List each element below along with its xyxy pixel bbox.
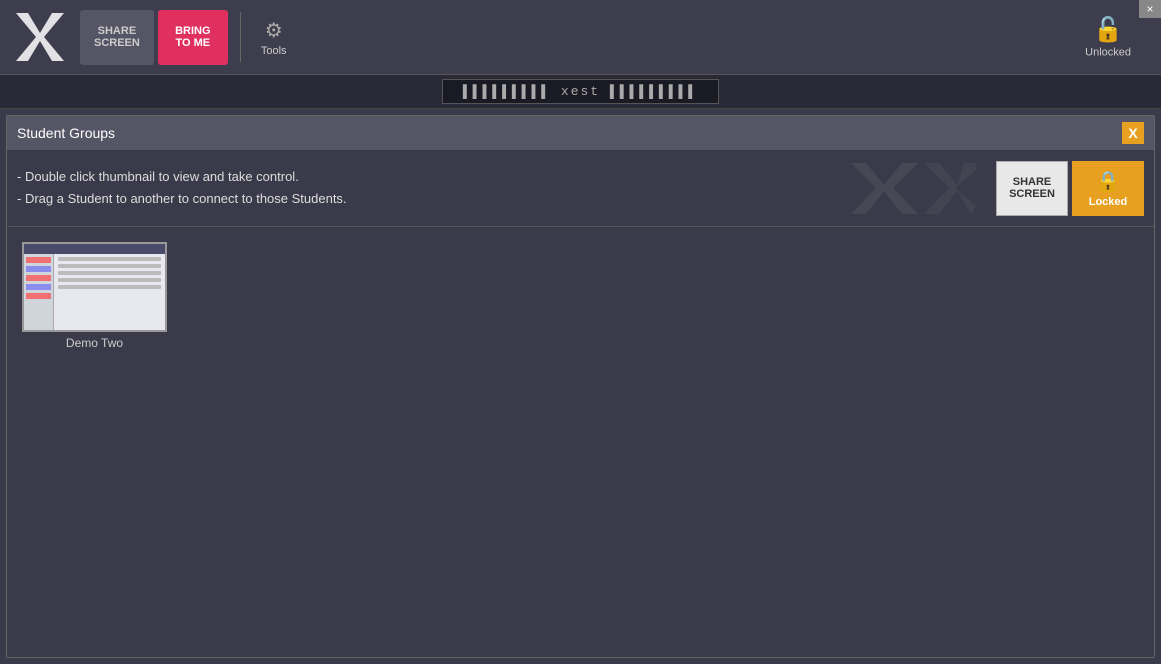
sim-sidebar-item	[26, 266, 51, 272]
share-screen-line1: SHARE	[98, 25, 137, 37]
instructions-row: - Double click thumbnail to view and tak…	[7, 150, 1154, 227]
sim-sidebar-item	[26, 284, 51, 290]
sim-taskbar	[24, 244, 165, 254]
sim-content	[54, 254, 165, 330]
sim-row	[58, 271, 161, 275]
sim-sidebar-item	[26, 293, 51, 299]
sim-row	[58, 264, 161, 268]
xest-bar: ▌▌▌▌▌▌▌▌▌ xest ▌▌▌▌▌▌▌▌▌	[0, 75, 1161, 109]
unlock-icon: 🔓	[1093, 16, 1123, 45]
xest-label: ▌▌▌▌▌▌▌▌▌ xest ▌▌▌▌▌▌▌▌▌	[442, 79, 719, 104]
student-list: Demo Two	[7, 227, 1154, 650]
student-thumbnail[interactable]	[22, 242, 167, 332]
tools-label: Tools	[261, 45, 287, 57]
locked-icon: 🔒	[1096, 169, 1121, 194]
tools-button[interactable]: ⚙ Tools	[251, 12, 297, 63]
main-content: Student Groups X - Double click thumbnai…	[0, 109, 1161, 664]
panel-header: Student Groups X	[7, 116, 1154, 150]
sim-row	[58, 257, 161, 261]
bring-to-me-line1: BRING	[175, 25, 210, 37]
unlock-button[interactable]: 🔓 Unlocked	[1085, 16, 1131, 59]
panel-share-screen-button[interactable]: SHARE SCREEN	[996, 161, 1068, 216]
student-groups-panel: Student Groups X - Double click thumbnai…	[6, 115, 1155, 658]
panel-share-screen-line1: SHARE	[1013, 176, 1052, 188]
panel-share-screen-line2: SCREEN	[1009, 188, 1055, 200]
panel-close-button[interactable]: X	[1122, 122, 1144, 144]
instruction-2: - Drag a Student to another to connect t…	[17, 188, 826, 210]
screen-simulation	[24, 244, 165, 330]
tools-icon: ⚙	[265, 18, 283, 43]
toolbar-separator	[240, 12, 241, 62]
instructions-text: - Double click thumbnail to view and tak…	[17, 166, 826, 210]
sim-row	[58, 278, 161, 282]
sim-sidebar	[24, 254, 54, 330]
bring-to-me-button[interactable]: BRING TO ME	[158, 10, 228, 65]
sim-sidebar-item	[26, 275, 51, 281]
share-screen-button[interactable]: SHARE SCREEN	[80, 10, 154, 65]
panel-locked-button[interactable]: 🔒 Locked	[1072, 161, 1144, 216]
app-logo	[10, 7, 70, 67]
logo-watermark	[836, 158, 986, 218]
title-bar: × SHARE SCREEN BRING TO ME ⚙ Tools 🔓 Unl…	[0, 0, 1161, 75]
unlock-label: Unlocked	[1085, 47, 1131, 59]
instruction-1: - Double click thumbnail to view and tak…	[17, 166, 826, 188]
bring-to-me-line2: TO ME	[176, 37, 211, 49]
locked-label: Locked	[1089, 196, 1128, 208]
window-close-button[interactable]: ×	[1139, 0, 1161, 18]
sim-row	[58, 285, 161, 289]
panel-title: Student Groups	[17, 125, 115, 141]
share-screen-line2: SCREEN	[94, 37, 140, 49]
sim-sidebar-item	[26, 257, 51, 263]
student-item[interactable]: Demo Two	[22, 242, 167, 350]
student-name: Demo Two	[66, 336, 123, 350]
